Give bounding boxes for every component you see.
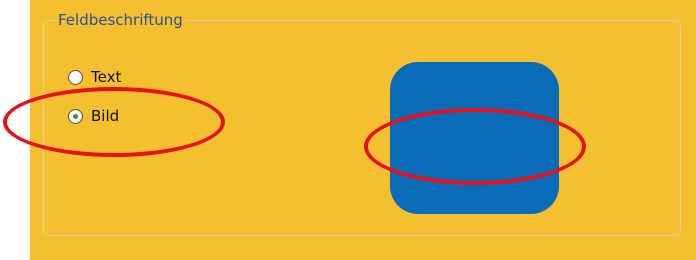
settings-panel: Feldbeschriftung bbox=[30, 0, 696, 260]
radio-label-image: Bild bbox=[91, 107, 120, 125]
image-preview bbox=[390, 62, 559, 214]
radio-option-image[interactable]: Bild bbox=[68, 107, 119, 125]
radio-option-text[interactable]: Text bbox=[68, 68, 121, 86]
radio-button-image[interactable] bbox=[68, 108, 83, 124]
radio-label-text: Text bbox=[91, 68, 122, 86]
label-fieldset bbox=[43, 20, 681, 236]
radio-button-text[interactable] bbox=[68, 69, 83, 85]
fieldset-legend: Feldbeschriftung bbox=[55, 11, 186, 29]
